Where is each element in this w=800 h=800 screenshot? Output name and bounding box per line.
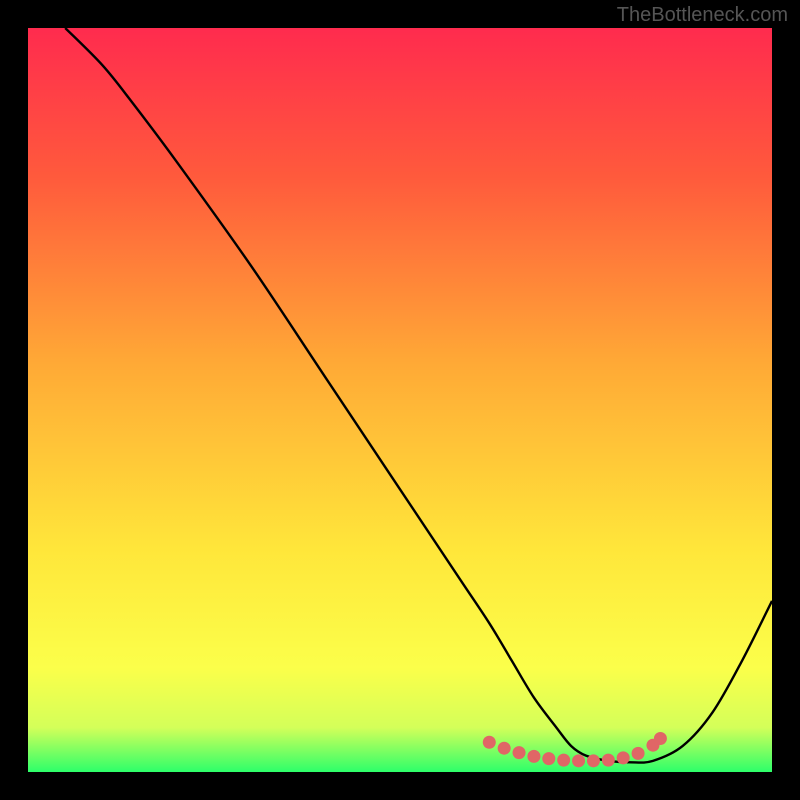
watermark-text: TheBottleneck.com: [617, 4, 788, 27]
plot-area: [28, 28, 772, 772]
gradient-background: [28, 28, 772, 772]
optimal-dot: [527, 750, 540, 763]
optimal-dot: [513, 746, 526, 759]
optimal-dot: [617, 751, 630, 764]
optimal-dot: [572, 754, 585, 767]
chart-stage: TheBottleneck.com: [0, 0, 800, 800]
optimal-dot: [557, 754, 570, 767]
optimal-dot: [483, 736, 496, 749]
optimal-dot: [542, 752, 555, 765]
optimal-dot: [587, 754, 600, 767]
optimal-dot: [498, 742, 511, 755]
optimal-dot: [654, 732, 667, 745]
plot-svg: [28, 28, 772, 772]
optimal-dot: [632, 747, 645, 760]
optimal-dot: [602, 754, 615, 767]
